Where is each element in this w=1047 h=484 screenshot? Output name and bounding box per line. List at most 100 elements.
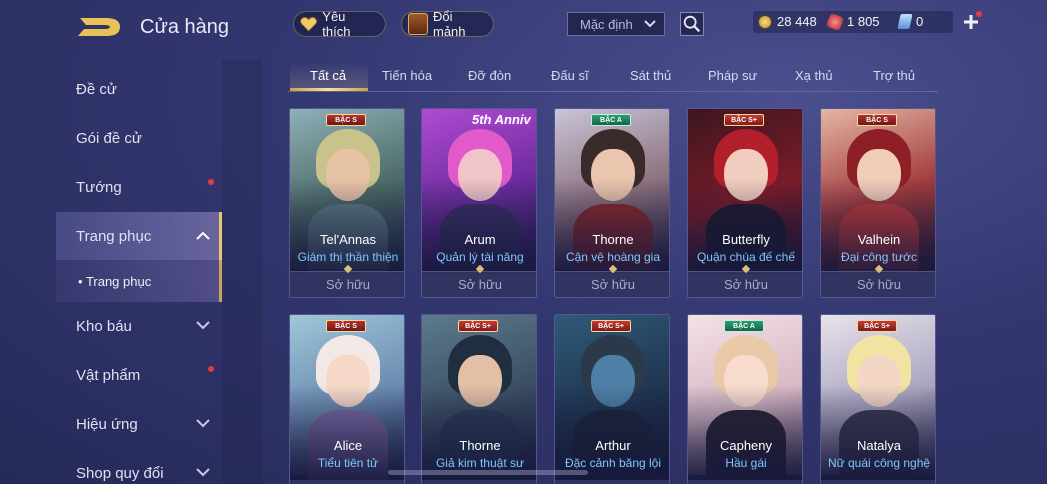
skin-card[interactable]: BẬC S+ Arthur Đặc cảnh băng lội — [554, 314, 670, 484]
skin-card[interactable]: BẬC S Valhein Đại công tước Sở hữu — [820, 108, 936, 298]
hero-name: Arum — [464, 232, 496, 247]
voucher-balance: 0 — [897, 14, 924, 29]
hero-name: Natalya — [856, 438, 902, 453]
skin-name: Tiểu tiên tử — [317, 456, 379, 470]
chevron-down-icon — [196, 321, 210, 330]
exchange-shards-button[interactable]: Đổi mảnh — [401, 9, 494, 39]
favorite-label: Yêu thích — [322, 9, 351, 39]
chevron-up-icon — [196, 231, 210, 240]
heart-icon — [300, 16, 318, 32]
hero-name: Arthur — [595, 438, 631, 453]
hero-name: Butterfly — [722, 232, 770, 247]
skin-name: Đại công tước — [841, 250, 917, 264]
voucher-value: 0 — [916, 14, 924, 29]
sidebar-item-skins[interactable]: Trang phục — [76, 216, 222, 256]
skin-card[interactable]: BẬC S+ Butterfly Quận chúa đế chế Sở hữu — [687, 108, 803, 298]
sidebar-item-recommended-packs[interactable]: Gói đề cử — [76, 118, 222, 158]
chevron-down-icon — [644, 20, 656, 28]
tier-badge: BẬC S+ — [857, 320, 897, 332]
tier-badge: BẬC A — [591, 114, 631, 126]
sidebar-item-items[interactable]: Vật phẩm — [76, 355, 222, 395]
sidebar-item-label: Đề cử — [76, 80, 117, 98]
tab-marksman[interactable]: Xạ thủ — [795, 68, 833, 83]
exchange-label: Đổi mảnh — [432, 9, 466, 39]
back-logo-icon[interactable] — [76, 14, 122, 40]
sidebar-item-treasure[interactable]: Kho báu — [76, 306, 222, 346]
skin-name: Giám thị thần thiện — [297, 250, 399, 264]
sidebar-item-label: Kho báu — [76, 317, 132, 335]
tab-assassin[interactable]: Sát thủ — [630, 68, 671, 83]
sidebar-item-heroes[interactable]: Tướng — [76, 167, 222, 207]
skin-card[interactable]: 5th Anniv Arum Quản lý tài năng Sở hữu — [421, 108, 537, 298]
ruby-balance: 1 805 — [826, 12, 880, 31]
skin-name: Giả kim thuật sư — [435, 456, 525, 470]
hero-name: Tel'Annas — [320, 232, 376, 247]
tier-badge: BẬC S — [326, 320, 366, 332]
voucher-icon — [897, 14, 913, 29]
tab-mage[interactable]: Pháp sư — [708, 68, 757, 83]
hero-name: Thorne — [459, 438, 501, 453]
chevron-down-icon — [196, 468, 210, 477]
top-bar: Cửa hàng Yêu thích Đổi mảnh Mặc định 28 … — [0, 0, 1047, 50]
owned-status: Sở hữu — [458, 277, 502, 292]
sidebar-subitem-label: Trang phục — [85, 274, 152, 289]
skin-card[interactable]: BẬC A Thorne Cận vệ hoàng gia Sở hữu — [554, 108, 670, 298]
gold-coin-icon — [758, 14, 772, 29]
sidebar-item-label: Gói đề cử — [76, 129, 142, 147]
tier-badge: BẬC S+ — [724, 114, 764, 126]
owned-status: Sở hữu — [326, 277, 370, 292]
hero-name: Thorne — [592, 232, 634, 247]
search-button[interactable] — [680, 12, 704, 36]
tab-all[interactable]: Tất cả — [310, 68, 346, 83]
owned-status: Sở hữu — [724, 277, 768, 292]
tier-badge: BẬC S+ — [591, 320, 631, 332]
ruby-value: 1 805 — [847, 14, 880, 29]
gold-value: 28 448 — [777, 14, 817, 29]
skin-card[interactable]: BẬC S Tel'Annas Giám thị thần thiện Sở h… — [289, 108, 405, 298]
skin-card[interactable]: BẬC S+ Thorne Giả kim thuật sư — [421, 314, 537, 484]
tier-badge: BẬC S — [857, 114, 897, 126]
tab-fighter[interactable]: Đấu sĩ — [551, 68, 589, 83]
tab-evolution[interactable]: Tiến hóa — [382, 68, 432, 83]
skin-card[interactable]: BẬC S+ Natalya Nữ quái công nghệ — [820, 314, 936, 484]
gold-balance: 28 448 — [758, 14, 817, 29]
sort-dropdown[interactable]: Mặc định — [567, 12, 665, 36]
sort-value: Mặc định — [580, 16, 633, 32]
skin-card[interactable]: BẬC A Capheny Hầu gái — [687, 314, 803, 484]
sidebar-item-exchange-shop[interactable]: Shop quy đổi — [76, 453, 222, 484]
chevron-down-icon — [196, 419, 210, 428]
role-tabs: Tất cả Tiến hóa Đỡ đòn Đấu sĩ Sát thủ Ph… — [288, 62, 938, 92]
skin-name: Nữ quái công nghệ — [827, 456, 931, 470]
skin-card[interactable]: BẬC S Alice Tiểu tiên tử — [289, 314, 405, 484]
ruby-icon — [826, 12, 844, 31]
hero-name: Valhein — [857, 232, 901, 247]
tier-badge: BẬC S — [326, 114, 366, 126]
scroll-indicator[interactable] — [388, 470, 588, 475]
skin-name: Cận vệ hoàng gia — [565, 250, 661, 264]
tier-badge: BẬC S+ — [458, 320, 498, 332]
owned-status: Sở hữu — [591, 277, 635, 292]
skin-name: Hầu gái — [725, 456, 767, 470]
notification-dot — [976, 11, 982, 17]
hero-name: Capheny — [719, 438, 773, 453]
sidebar-item-label: Vật phẩm — [76, 366, 141, 384]
skin-name: Quản lý tài năng — [436, 250, 524, 264]
anniversary-banner: 5th Anniv — [472, 112, 531, 127]
favorite-button[interactable]: Yêu thích — [293, 9, 386, 39]
owned-status: Sở hữu — [857, 277, 901, 292]
skin-name: Đặc cảnh băng lội — [564, 456, 662, 470]
sidebar-item-effects[interactable]: Hiệu ứng — [76, 404, 222, 444]
search-icon — [683, 15, 701, 33]
sidebar-item-label: Trang phục — [76, 227, 152, 245]
sidebar-item-label: Shop quy đổi — [76, 464, 164, 482]
sidebar-subitem-skins[interactable]: • Trang phục — [78, 274, 151, 289]
tab-tank[interactable]: Đỡ đòn — [468, 68, 511, 83]
sidebar: Đề cử Gói đề cử Tướng Trang phục • Trang… — [0, 60, 222, 484]
active-tab-indicator — [290, 88, 368, 91]
tab-support[interactable]: Trợ thủ — [873, 68, 915, 83]
hero-name: Alice — [333, 438, 363, 453]
sidebar-item-label: Tướng — [76, 178, 122, 196]
page-title: Cửa hàng — [140, 16, 230, 38]
shard-exchange-icon — [408, 13, 428, 35]
sidebar-item-recommended[interactable]: Đề cử — [76, 69, 222, 109]
